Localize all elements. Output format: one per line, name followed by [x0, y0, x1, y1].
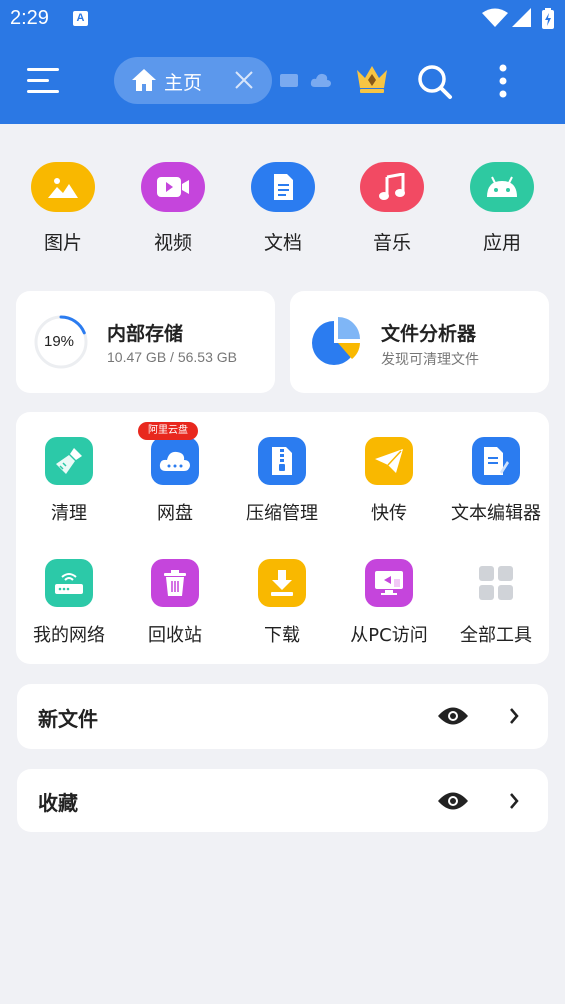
category-label: 视频 [153, 232, 192, 254]
pc-access-icon [365, 559, 413, 607]
eye-icon[interactable] [437, 705, 469, 727]
category-apps[interactable]: 应用 [457, 162, 547, 255]
tool-quick-send[interactable]: 快传 [336, 437, 442, 525]
storage-usage: 10.47 GB / 56.53 GB [107, 349, 237, 365]
row-title: 新文件 [38, 707, 98, 731]
text-editor-icon [472, 437, 520, 485]
category-label: 音乐 [372, 232, 411, 254]
home-icon [132, 69, 156, 91]
trash-icon [151, 559, 199, 607]
music-icon [360, 162, 424, 212]
tool-label: 下载 [264, 625, 300, 646]
android-icon [470, 162, 534, 212]
document-icon [251, 162, 315, 212]
zip-icon [258, 437, 306, 485]
router-icon [45, 559, 93, 607]
broom-icon [45, 437, 93, 485]
file-analyzer-card[interactable]: 文件分析器 发现可清理文件 [290, 291, 549, 393]
tool-label: 文本编辑器 [451, 503, 541, 524]
cloud-drive-icon [151, 437, 199, 485]
tool-recycle-bin[interactable]: 回收站 [122, 559, 228, 647]
new-files-row[interactable]: 新文件 [17, 684, 548, 749]
tool-zip[interactable]: 压缩管理 [229, 437, 335, 525]
tool-download[interactable]: 下载 [229, 559, 335, 647]
download-icon [258, 559, 306, 607]
battery-icon [542, 8, 554, 29]
tab-home[interactable]: 主页 [114, 57, 272, 104]
image-icon [31, 162, 95, 212]
tool-pc-access[interactable]: 从PC访问 [336, 559, 442, 647]
tool-my-network[interactable]: 我的网络 [16, 559, 122, 647]
crown-icon[interactable] [355, 64, 389, 94]
category-documents[interactable]: 文档 [238, 162, 328, 255]
storage-title: 内部存储 [107, 323, 184, 345]
search-icon[interactable] [417, 64, 453, 100]
cast-icon[interactable] [279, 73, 299, 89]
chevron-right-icon[interactable] [508, 792, 520, 810]
close-icon[interactable] [234, 70, 254, 90]
pie-chart-icon [312, 317, 360, 365]
more-vert-icon[interactable] [498, 64, 508, 98]
menu-icon[interactable] [27, 68, 61, 94]
tool-label: 全部工具 [460, 625, 532, 646]
tool-all-tools[interactable]: 全部工具 [443, 559, 549, 647]
status-bar: 2:29 A [0, 0, 565, 38]
notification-icon: A [73, 11, 88, 26]
tool-label: 快传 [371, 503, 407, 524]
category-videos[interactable]: 视频 [128, 162, 218, 255]
aliyun-badge: 阿里云盘 [138, 422, 198, 440]
category-images[interactable]: 图片 [18, 162, 108, 255]
tool-cloud-drive[interactable]: 网盘 [122, 437, 228, 525]
favorites-row[interactable]: 收藏 [17, 769, 548, 832]
signal-icon [512, 8, 531, 27]
tool-label: 清理 [51, 503, 87, 524]
tool-text-editor[interactable]: 文本编辑器 [443, 437, 549, 525]
internal-storage-card[interactable]: 19% 内部存储 10.47 GB / 56.53 GB [16, 291, 275, 393]
status-time: 2:29 [10, 7, 49, 29]
category-label: 图片 [43, 232, 82, 254]
wifi-icon [482, 8, 508, 27]
cloud-icon[interactable] [310, 72, 332, 88]
category-label: 应用 [482, 232, 521, 254]
analyzer-subtitle: 发现可清理文件 [381, 351, 479, 367]
category-music[interactable]: 音乐 [347, 162, 437, 255]
tool-clean[interactable]: 清理 [16, 437, 122, 525]
video-icon [141, 162, 205, 212]
tool-label: 从PC访问 [350, 625, 428, 646]
grid-icon [472, 559, 520, 607]
chevron-right-icon[interactable] [508, 707, 520, 725]
app-header: 主页 [0, 38, 565, 124]
tool-label: 回收站 [148, 625, 202, 646]
tab-label: 主页 [164, 72, 203, 94]
send-icon [365, 437, 413, 485]
row-title: 收藏 [38, 791, 78, 815]
eye-icon[interactable] [437, 790, 469, 812]
tool-label: 我的网络 [33, 625, 105, 646]
storage-percent: 19% [44, 333, 75, 350]
category-label: 文档 [263, 232, 302, 254]
tool-label: 网盘 [157, 503, 193, 524]
analyzer-title: 文件分析器 [381, 323, 477, 345]
tool-label: 压缩管理 [246, 503, 318, 524]
